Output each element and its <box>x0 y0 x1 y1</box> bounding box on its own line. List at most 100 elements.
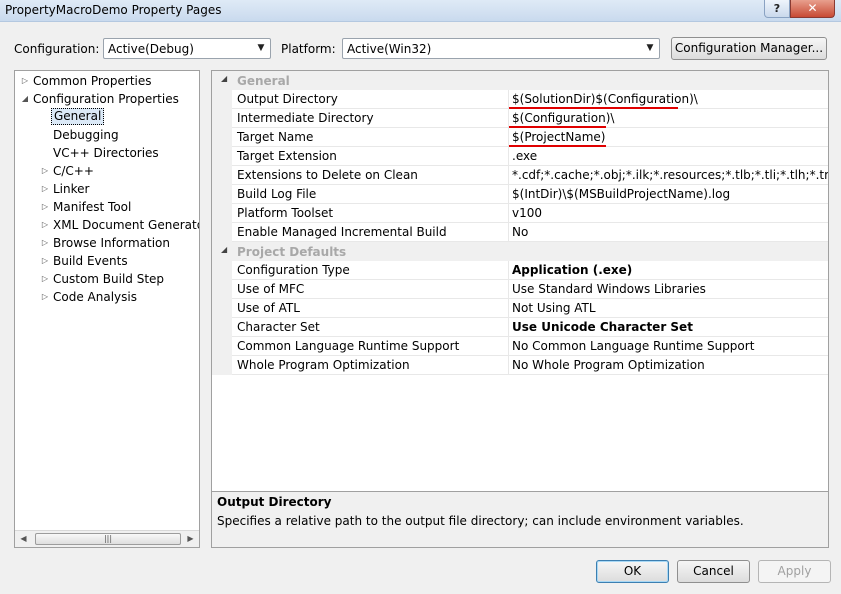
configuration-value: Active(Debug) <box>108 42 194 56</box>
property-name: Configuration Type <box>232 261 509 280</box>
row-gutter <box>212 318 232 337</box>
configuration-dropdown[interactable]: Active(Debug) ▼ <box>103 38 271 59</box>
property-row[interactable]: Platform Toolset v100 <box>212 204 828 223</box>
expand-arrow-icon[interactable]: ▷ <box>39 270 51 288</box>
property-tree[interactable]: ▷ Common Properties ◢ Configuration Propert… <box>14 70 200 548</box>
expand-arrow-icon[interactable]: ▷ <box>39 180 51 198</box>
property-name: Character Set <box>232 318 509 337</box>
property-name: Build Log File <box>232 185 509 204</box>
description-text: Specifies a relative path to the output … <box>217 514 744 528</box>
property-name: Output Directory <box>232 90 509 109</box>
platform-dropdown[interactable]: Active(Win32) ▼ <box>342 38 660 59</box>
expand-arrow-icon[interactable]: ▷ <box>19 72 31 90</box>
row-gutter <box>212 147 232 166</box>
property-row[interactable]: Target Name $(ProjectName) <box>212 128 828 147</box>
property-name: Use of ATL <box>232 299 509 318</box>
property-row[interactable]: Character Set Use Unicode Character Set <box>212 318 828 337</box>
expand-arrow-icon[interactable]: ▷ <box>39 252 51 270</box>
scroll-right-icon[interactable]: ▶ <box>182 531 199 547</box>
row-gutter <box>212 261 232 280</box>
tree-item-label: C/C++ <box>53 164 94 178</box>
property-name: Target Extension <box>232 147 509 166</box>
help-button[interactable]: ? <box>764 0 790 18</box>
row-gutter <box>212 166 232 185</box>
property-row[interactable]: Output Directory $(SolutionDir)$(Configur… <box>212 90 828 109</box>
property-value[interactable]: No <box>509 223 828 242</box>
property-row[interactable]: Enable Managed Incremental Build No <box>212 223 828 242</box>
apply-button[interactable]: Apply <box>758 560 831 583</box>
row-gutter <box>212 280 232 299</box>
row-gutter <box>212 223 232 242</box>
tree-horizontal-scrollbar[interactable]: ◀ ||| ▶ <box>15 530 199 547</box>
row-gutter <box>212 90 232 109</box>
property-row[interactable]: Intermediate Directory $(Configuration)\ <box>212 109 828 128</box>
expand-arrow-icon[interactable]: ▷ <box>39 234 51 252</box>
row-gutter <box>212 109 232 128</box>
property-name: Target Name <box>232 128 509 147</box>
property-value[interactable]: No Whole Program Optimization <box>509 356 828 375</box>
property-row[interactable]: Whole Program Optimization No Whole Progr… <box>212 356 828 375</box>
property-row[interactable]: Configuration Type Application (.exe) <box>212 261 828 280</box>
property-value[interactable]: Use Standard Windows Libraries <box>509 280 828 299</box>
property-value[interactable]: v100 <box>509 204 828 223</box>
tree-item-label: Configuration Properties <box>33 92 179 106</box>
property-name: Enable Managed Incremental Build <box>232 223 509 242</box>
tree-item-label: VC++ Directories <box>53 146 159 160</box>
category-label: General <box>237 74 290 88</box>
property-row[interactable]: Common Language Runtime Support No Common… <box>212 337 828 356</box>
expand-arrow-icon[interactable]: ▷ <box>39 288 51 306</box>
property-name: Common Language Runtime Support <box>232 337 509 356</box>
tree-item-label: Common Properties <box>33 74 152 88</box>
tree-item-label: Manifest Tool <box>53 200 132 214</box>
tree-item-label: Code Analysis <box>53 290 137 304</box>
tree-item-label: Custom Build Step <box>53 272 165 286</box>
category-header[interactable]: ◢ General <box>212 71 828 90</box>
collapse-arrow-icon[interactable]: ◢ <box>19 90 31 108</box>
row-gutter <box>212 356 232 375</box>
description-pane: Output Directory Specifies a relative pa… <box>212 491 828 547</box>
property-value[interactable]: .exe <box>509 147 828 166</box>
property-name: Platform Toolset <box>232 204 509 223</box>
property-value[interactable]: Not Using ATL <box>509 299 828 318</box>
property-row[interactable]: Use of ATL Not Using ATL <box>212 299 828 318</box>
configuration-label: Configuration: <box>14 42 100 56</box>
property-value[interactable]: Use Unicode Character Set <box>509 318 828 337</box>
property-name: Extensions to Delete on Clean <box>232 166 509 185</box>
property-row[interactable]: Target Extension .exe <box>212 147 828 166</box>
category-header[interactable]: ◢ Project Defaults <box>212 242 828 261</box>
platform-label: Platform: <box>281 42 336 56</box>
collapse-arrow-icon[interactable]: ◢ <box>221 245 227 254</box>
scroll-left-icon[interactable]: ◀ <box>15 531 32 547</box>
window-title: PropertyMacroDemo Property Pages <box>5 3 222 17</box>
cancel-button[interactable]: Cancel <box>677 560 750 583</box>
ok-button[interactable]: OK <box>596 560 669 583</box>
property-row[interactable]: Extensions to Delete on Clean *.cdf;*.cac… <box>212 166 828 185</box>
expand-arrow-icon[interactable]: ▷ <box>39 216 51 234</box>
property-value[interactable]: *.cdf;*.cache;*.obj;*.ilk;*.resources;*.… <box>509 166 828 185</box>
tree-item-label: Build Events <box>53 254 128 268</box>
property-name: Intermediate Directory <box>232 109 509 128</box>
platform-value: Active(Win32) <box>347 42 432 56</box>
property-value[interactable]: $(IntDir)\$(MSBuildProjectName).log <box>509 185 828 204</box>
tree-item-label: Debugging <box>53 128 119 142</box>
chevron-down-icon: ▼ <box>646 43 654 53</box>
row-gutter <box>212 337 232 356</box>
property-row[interactable]: Use of MFC Use Standard Windows Libraries <box>212 280 828 299</box>
collapse-arrow-icon[interactable]: ◢ <box>221 74 227 83</box>
row-gutter <box>212 299 232 318</box>
expand-arrow-icon[interactable]: ▷ <box>39 198 51 216</box>
row-gutter <box>212 128 232 147</box>
scroll-thumb[interactable]: ||| <box>35 533 181 545</box>
chevron-down-icon: ▼ <box>257 43 265 53</box>
property-value[interactable]: Application (.exe) <box>509 261 828 280</box>
row-gutter <box>212 185 232 204</box>
property-name: Use of MFC <box>232 280 509 299</box>
tree-item-label: Linker <box>53 182 90 196</box>
configuration-manager-button[interactable]: Configuration Manager... <box>671 37 827 60</box>
tree-item-label: General <box>51 108 105 125</box>
property-value[interactable]: No Common Language Runtime Support <box>509 337 828 356</box>
close-button[interactable]: ✕ <box>790 0 835 18</box>
category-label: Project Defaults <box>237 245 347 259</box>
expand-arrow-icon[interactable]: ▷ <box>39 162 51 180</box>
property-row[interactable]: Build Log File $(IntDir)\$(MSBuildProject… <box>212 185 828 204</box>
